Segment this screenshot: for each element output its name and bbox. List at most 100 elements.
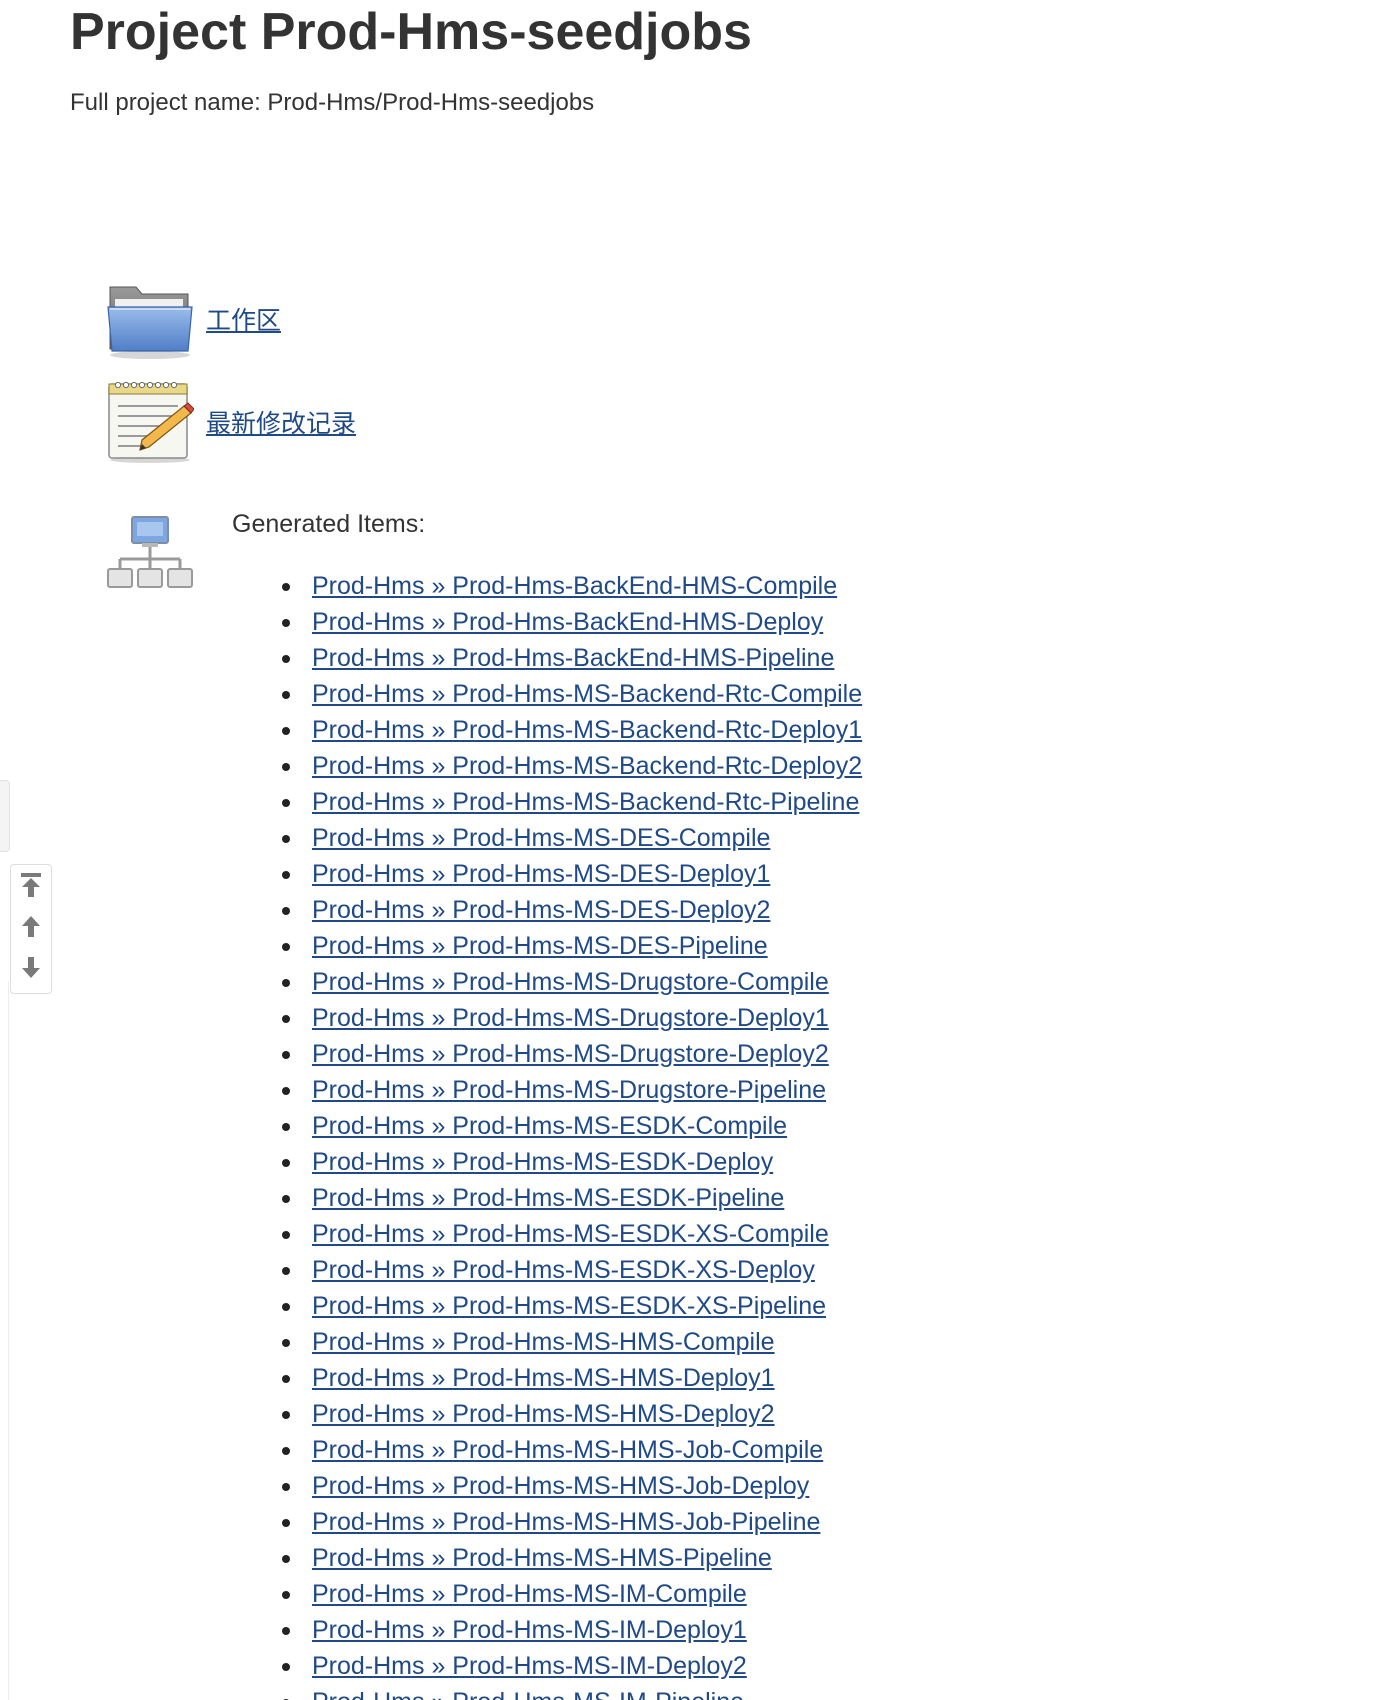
bullet-icon <box>282 727 290 735</box>
bullet-icon <box>282 1447 290 1455</box>
bullet-icon <box>282 1267 290 1275</box>
list-item: Prod-Hms » Prod-Hms-MS-Drugstore-Compile <box>282 964 862 1000</box>
bullet-icon <box>282 1195 290 1203</box>
bullet-icon <box>282 1339 290 1347</box>
bullet-icon <box>282 763 290 771</box>
bullet-icon <box>282 1483 290 1491</box>
list-item: Prod-Hms » Prod-Hms-MS-HMS-Job-Pipeline <box>282 1504 862 1540</box>
list-item: Prod-Hms » Prod-Hms-MS-Drugstore-Deploy1 <box>282 1000 862 1036</box>
bullet-icon <box>282 1627 290 1635</box>
list-item: Prod-Hms » Prod-Hms-MS-ESDK-XS-Deploy <box>282 1252 862 1288</box>
list-item: Prod-Hms » Prod-Hms-MS-HMS-Deploy1 <box>282 1360 862 1396</box>
generated-item-link[interactable]: Prod-Hms » Prod-Hms-MS-DES-Deploy1 <box>312 860 770 888</box>
bullet-icon <box>282 907 290 915</box>
bullet-icon <box>282 1375 290 1383</box>
bullet-icon <box>282 1087 290 1095</box>
scroll-to-top-icon[interactable] <box>19 871 43 899</box>
bullet-icon <box>282 1231 290 1239</box>
generated-item-link[interactable]: Prod-Hms » Prod-Hms-BackEnd-HMS-Pipeline <box>312 644 834 672</box>
generated-item-link[interactable]: Prod-Hms » Prod-Hms-MS-ESDK-XS-Deploy <box>312 1256 815 1284</box>
bullet-icon <box>282 1159 290 1167</box>
list-item: Prod-Hms » Prod-Hms-MS-HMS-Pipeline <box>282 1540 862 1576</box>
list-item: Prod-Hms » Prod-Hms-BackEnd-HMS-Deploy <box>282 604 862 640</box>
generated-item-link[interactable]: Prod-Hms » Prod-Hms-BackEnd-HMS-Deploy <box>312 608 823 636</box>
list-item: Prod-Hms » Prod-Hms-MS-HMS-Job-Deploy <box>282 1468 862 1504</box>
list-item: Prod-Hms » Prod-Hms-MS-ESDK-Deploy <box>282 1144 862 1180</box>
generated-item-link[interactable]: Prod-Hms » Prod-Hms-MS-IM-Deploy2 <box>312 1652 747 1680</box>
bullet-icon <box>282 1591 290 1599</box>
bullet-icon <box>282 619 290 627</box>
workspace-link[interactable]: 工作区 <box>206 301 281 337</box>
bullet-icon <box>282 1519 290 1527</box>
bullet-icon <box>282 1015 290 1023</box>
network-icon <box>106 515 194 593</box>
recent-changes-link[interactable]: 最新修改记录 <box>206 404 356 440</box>
list-item: Prod-Hms » Prod-Hms-MS-HMS-Deploy2 <box>282 1396 862 1432</box>
generated-item-link[interactable]: Prod-Hms » Prod-Hms-MS-HMS-Job-Pipeline <box>312 1508 820 1536</box>
folder-icon[interactable] <box>106 275 194 363</box>
list-item: Prod-Hms » Prod-Hms-BackEnd-HMS-Pipeline <box>282 640 862 676</box>
scroll-widget <box>10 864 52 994</box>
bullet-icon <box>282 1663 290 1671</box>
bullet-icon <box>282 979 290 987</box>
full-project-name: Full project name: Prod-Hms/Prod-Hms-see… <box>70 89 595 116</box>
generated-item-link[interactable]: Prod-Hms » Prod-Hms-MS-ESDK-Deploy <box>312 1148 773 1176</box>
bullet-icon <box>282 1303 290 1311</box>
list-item: Prod-Hms » Prod-Hms-MS-DES-Deploy1 <box>282 856 862 892</box>
generated-item-link[interactable]: Prod-Hms » Prod-Hms-MS-HMS-Deploy2 <box>312 1400 775 1428</box>
generated-item-link[interactable]: Prod-Hms » Prod-Hms-MS-ESDK-Compile <box>312 1112 787 1140</box>
list-item: Prod-Hms » Prod-Hms-MS-Backend-Rtc-Deplo… <box>282 712 862 748</box>
bullet-icon <box>282 799 290 807</box>
generated-item-link[interactable]: Prod-Hms » Prod-Hms-MS-Drugstore-Deploy1 <box>312 1004 829 1032</box>
generated-item-link[interactable]: Prod-Hms » Prod-Hms-MS-HMS-Compile <box>312 1328 775 1356</box>
list-item: Prod-Hms » Prod-Hms-MS-Backend-Rtc-Pipel… <box>282 784 862 820</box>
list-item: Prod-Hms » Prod-Hms-MS-ESDK-XS-Compile <box>282 1216 862 1252</box>
generated-item-link[interactable]: Prod-Hms » Prod-Hms-MS-HMS-Job-Deploy <box>312 1472 809 1500</box>
generated-item-link[interactable]: Prod-Hms » Prod-Hms-MS-HMS-Pipeline <box>312 1544 772 1572</box>
bullet-icon <box>282 1411 290 1419</box>
generated-item-link[interactable]: Prod-Hms » Prod-Hms-MS-ESDK-XS-Pipeline <box>312 1292 826 1320</box>
generated-item-link[interactable]: Prod-Hms » Prod-Hms-MS-IM-Pipeline <box>312 1688 744 1700</box>
list-item: Prod-Hms » Prod-Hms-MS-IM-Deploy1 <box>282 1612 862 1648</box>
scroll-up-icon[interactable] <box>19 913 43 941</box>
scroll-down-icon[interactable] <box>19 953 43 981</box>
bullet-icon <box>282 871 290 879</box>
generated-item-link[interactable]: Prod-Hms » Prod-Hms-MS-IM-Compile <box>312 1580 747 1608</box>
generated-item-link[interactable]: Prod-Hms » Prod-Hms-MS-IM-Deploy1 <box>312 1616 747 1644</box>
notepad-icon[interactable] <box>106 376 195 464</box>
list-item: Prod-Hms » Prod-Hms-BackEnd-HMS-Compile <box>282 568 862 604</box>
generated-item-link[interactable]: Prod-Hms » Prod-Hms-MS-DES-Deploy2 <box>312 896 770 924</box>
generated-item-link[interactable]: Prod-Hms » Prod-Hms-MS-Backend-Rtc-Deplo… <box>312 752 862 780</box>
list-item: Prod-Hms » Prod-Hms-MS-DES-Compile <box>282 820 862 856</box>
bullet-icon <box>282 1555 290 1563</box>
bullet-icon <box>282 691 290 699</box>
generated-item-link[interactable]: Prod-Hms » Prod-Hms-MS-ESDK-XS-Compile <box>312 1220 829 1248</box>
generated-item-link[interactable]: Prod-Hms » Prod-Hms-MS-DES-Compile <box>312 824 770 852</box>
generated-item-link[interactable]: Prod-Hms » Prod-Hms-MS-ESDK-Pipeline <box>312 1184 784 1212</box>
bullet-icon <box>282 1123 290 1131</box>
page-title: Project Prod-Hms-seedjobs <box>70 3 752 61</box>
generated-item-link[interactable]: Prod-Hms » Prod-Hms-MS-Drugstore-Pipelin… <box>312 1076 826 1104</box>
list-item: Prod-Hms » Prod-Hms-MS-ESDK-Pipeline <box>282 1180 862 1216</box>
generated-item-link[interactable]: Prod-Hms » Prod-Hms-MS-Backend-Rtc-Deplo… <box>312 716 862 744</box>
generated-item-link[interactable]: Prod-Hms » Prod-Hms-MS-Drugstore-Deploy2 <box>312 1040 829 1068</box>
generated-item-link[interactable]: Prod-Hms » Prod-Hms-MS-Backend-Rtc-Pipel… <box>312 788 859 816</box>
bullet-icon <box>282 943 290 951</box>
list-item: Prod-Hms » Prod-Hms-MS-DES-Pipeline <box>282 928 862 964</box>
list-item: Prod-Hms » Prod-Hms-MS-IM-Deploy2 <box>282 1648 862 1684</box>
list-item: Prod-Hms » Prod-Hms-MS-IM-Pipeline <box>282 1684 862 1700</box>
generated-item-link[interactable]: Prod-Hms » Prod-Hms-MS-Drugstore-Compile <box>312 968 829 996</box>
list-item: Prod-Hms » Prod-Hms-MS-HMS-Compile <box>282 1324 862 1360</box>
list-item: Prod-Hms » Prod-Hms-MS-ESDK-Compile <box>282 1108 862 1144</box>
generated-item-link[interactable]: Prod-Hms » Prod-Hms-BackEnd-HMS-Compile <box>312 572 837 600</box>
generated-item-link[interactable]: Prod-Hms » Prod-Hms-MS-HMS-Job-Compile <box>312 1436 823 1464</box>
bullet-icon <box>282 1051 290 1059</box>
generated-item-link[interactable]: Prod-Hms » Prod-Hms-MS-HMS-Deploy1 <box>312 1364 775 1392</box>
side-panel-border <box>8 982 9 1700</box>
generated-item-link[interactable]: Prod-Hms » Prod-Hms-MS-DES-Pipeline <box>312 932 768 960</box>
side-panel-edge <box>0 780 10 852</box>
bullet-icon <box>282 655 290 663</box>
list-item: Prod-Hms » Prod-Hms-MS-Backend-Rtc-Compi… <box>282 676 862 712</box>
list-item: Prod-Hms » Prod-Hms-MS-ESDK-XS-Pipeline <box>282 1288 862 1324</box>
generated-item-link[interactable]: Prod-Hms » Prod-Hms-MS-Backend-Rtc-Compi… <box>312 680 862 708</box>
